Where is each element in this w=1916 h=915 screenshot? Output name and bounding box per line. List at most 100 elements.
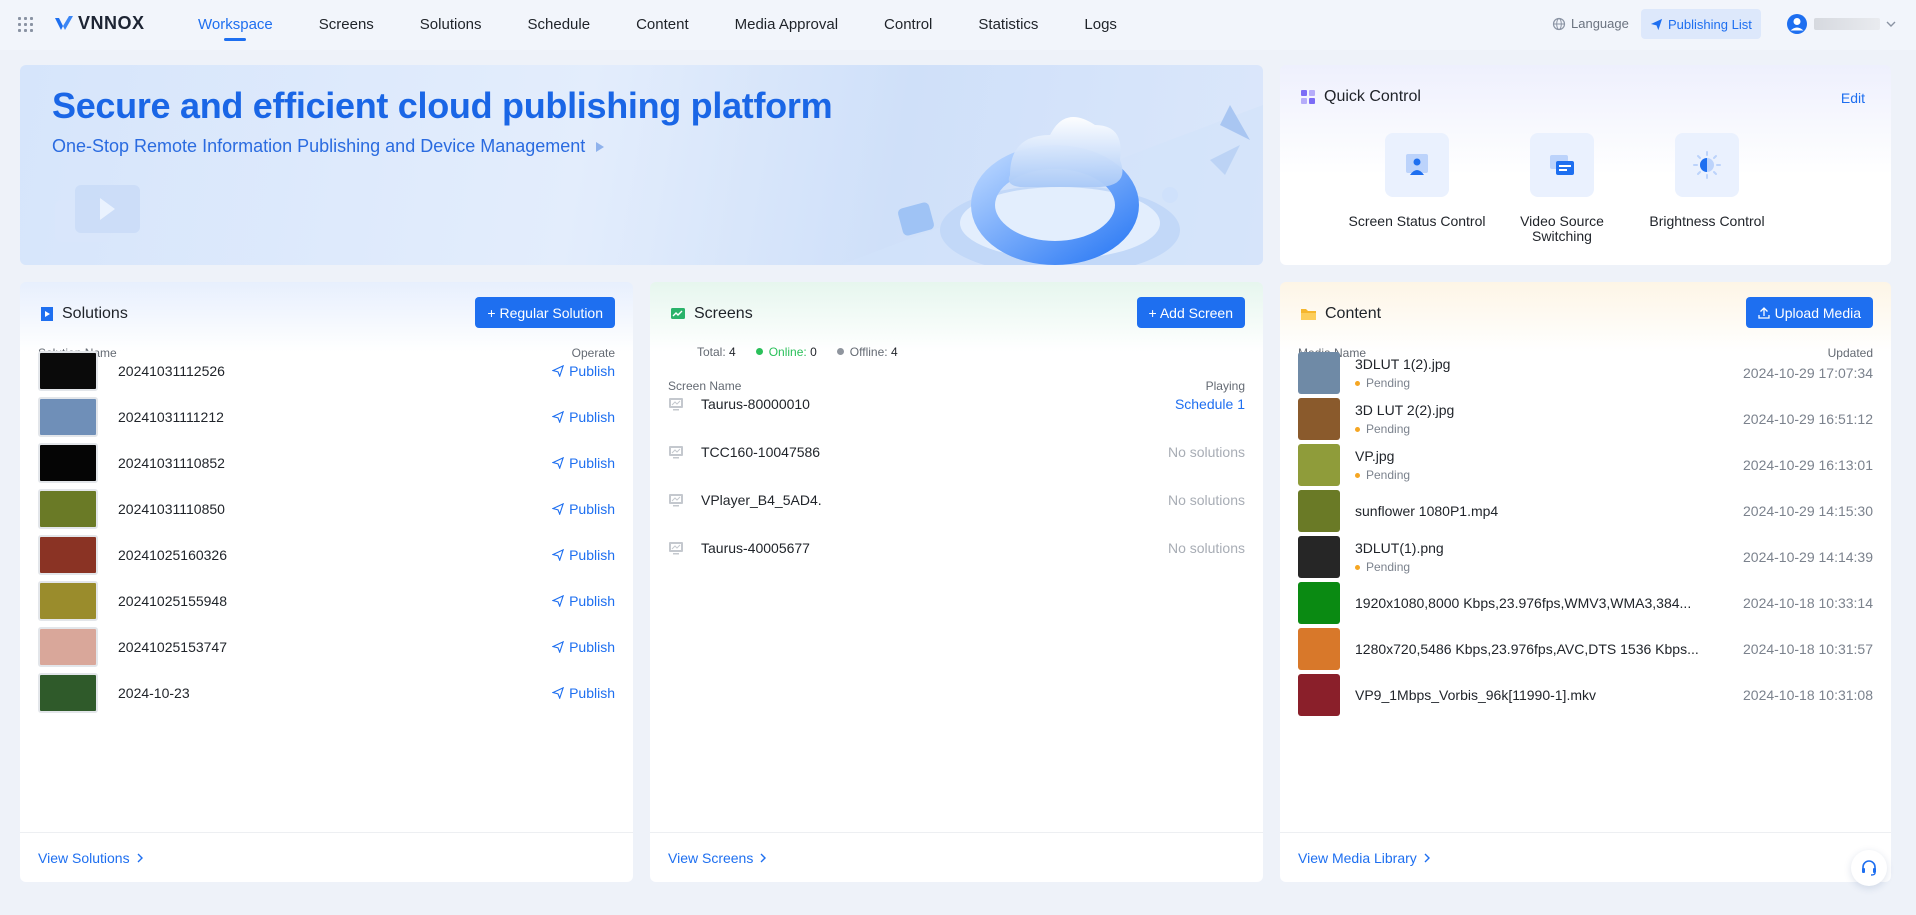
media-row[interactable]: 1920x1080,8000 Kbps,23.976fps,WMV3,WMA3,… — [1298, 579, 1873, 627]
view-screens-link[interactable]: View Screens — [650, 832, 1263, 882]
brightness-control[interactable]: Brightness Control — [1632, 133, 1782, 229]
publish-button[interactable]: Publish — [552, 685, 615, 701]
solution-row[interactable]: 20241031110850 Publish — [38, 485, 615, 533]
publish-label: Publish — [569, 363, 615, 379]
vnnox-logo-icon — [55, 15, 73, 30]
solution-name: 20241031111212 — [118, 409, 224, 425]
solution-name: 20241031112526 — [118, 363, 225, 379]
media-row[interactable]: 1280x720,5486 Kbps,23.976fps,AVC,DTS 153… — [1298, 625, 1873, 673]
media-name: sunflower 1080P1.mp4 — [1355, 503, 1499, 519]
view-screens-label: View Screens — [668, 849, 754, 866]
send-icon — [552, 365, 565, 377]
nav-control[interactable]: Control — [861, 0, 955, 50]
user-name-redacted — [1814, 18, 1880, 30]
screen-row[interactable]: Taurus-40005677 No solutions — [668, 524, 1245, 572]
qc-label: Screen Status Control — [1348, 213, 1486, 229]
screen-name: VPlayer_B4_5AD4. — [701, 492, 822, 508]
send-icon — [552, 549, 565, 561]
view-media-library-link[interactable]: View Media Library — [1280, 832, 1891, 882]
media-info: 3D LUT 2(2).jpg Pending — [1355, 402, 1743, 436]
media-row[interactable]: sunflower 1080P1.mp4 2024-10-29 14:15:30 — [1298, 487, 1873, 535]
publish-button[interactable]: Publish — [552, 501, 615, 517]
publish-button[interactable]: Publish — [552, 409, 615, 425]
customer-service-button[interactable] — [1851, 850, 1887, 886]
send-icon — [1650, 18, 1663, 30]
media-row[interactable]: 3D LUT 2(2).jpg Pending 2024-10-29 16:51:1… — [1298, 395, 1873, 443]
language-switch[interactable]: Language — [1552, 16, 1629, 31]
media-row[interactable]: VP.jpg Pending 2024-10-29 16:13:01 — [1298, 441, 1873, 489]
solutions-icon — [41, 307, 53, 321]
media-thumbnail — [1298, 582, 1340, 624]
nav-solutions[interactable]: Solutions — [397, 0, 505, 50]
media-info: 1280x720,5486 Kbps,23.976fps,AVC,DTS 153… — [1355, 641, 1743, 657]
media-updated-date: 2024-10-29 14:15:30 — [1743, 503, 1873, 519]
solution-row[interactable]: 20241031110852 Publish — [38, 439, 615, 487]
publish-button[interactable]: Publish — [552, 455, 615, 471]
solution-thumbnail — [38, 673, 98, 713]
nav-statistics[interactable]: Statistics — [955, 0, 1061, 50]
brand-name: VNNOX — [78, 13, 145, 33]
solution-row[interactable]: 20241031112526 Publish — [38, 347, 615, 395]
apps-grid-icon[interactable] — [18, 17, 34, 33]
chevron-right-icon — [760, 853, 767, 862]
media-status: Pending — [1355, 376, 1743, 390]
publish-button[interactable]: Publish — [552, 363, 615, 379]
solution-row[interactable]: 20241025153747 Publish — [38, 623, 615, 671]
send-icon — [552, 457, 565, 469]
view-solutions-label: View Solutions — [38, 849, 130, 866]
publish-button[interactable]: Publish — [552, 547, 615, 563]
nav-content[interactable]: Content — [613, 0, 712, 50]
banner-subtitle-link[interactable]: One-Stop Remote Information Publishing a… — [52, 136, 605, 157]
solution-row[interactable]: 20241031111212 Publish — [38, 393, 615, 441]
top-navigation-bar: VNNOX Workspace Screens Solutions Schedu… — [0, 0, 1916, 50]
publishing-list-button[interactable]: Publishing List — [1641, 9, 1761, 39]
edit-link[interactable]: Edit — [1841, 90, 1865, 106]
media-name: VP9_1Mbps_Vorbis_96k[11990-1].mkv — [1355, 687, 1596, 703]
solution-row[interactable]: 20241025155948 Publish — [38, 577, 615, 625]
view-solutions-link[interactable]: View Solutions — [20, 832, 633, 882]
headset-icon — [1862, 860, 1876, 876]
upload-media-button[interactable]: Upload Media — [1745, 297, 1873, 328]
nav-screens[interactable]: Screens — [296, 0, 397, 50]
solution-row[interactable]: 20241025160326 Publish — [38, 531, 615, 579]
media-row[interactable]: 3DLUT(1).png Pending 2024-10-29 14:14:39 — [1298, 533, 1873, 581]
playing-schedule-link[interactable]: Schedule 1 — [1175, 396, 1245, 412]
chevron-right-icon — [1424, 853, 1430, 862]
nav-workspace[interactable]: Workspace — [175, 0, 296, 50]
add-regular-solution-button[interactable]: + Regular Solution — [475, 297, 615, 328]
content-title: Content — [1325, 305, 1382, 322]
publish-label: Publish — [569, 501, 615, 517]
nav-schedule[interactable]: Schedule — [505, 0, 614, 50]
media-updated-date: 2024-10-29 14:14:39 — [1743, 549, 1873, 565]
quick-control-panel: Quick Control Edit Screen Status Control… — [1280, 65, 1891, 265]
nav-logs[interactable]: Logs — [1061, 0, 1140, 50]
publish-label: Publish — [569, 639, 615, 655]
media-name: 1920x1080,8000 Kbps,23.976fps,WMV3,WMA3,… — [1355, 595, 1692, 611]
globe-icon — [1552, 17, 1566, 30]
video-source-icon — [1530, 133, 1594, 197]
publish-button[interactable]: Publish — [552, 639, 615, 655]
solution-name: 20241025155948 — [118, 593, 228, 609]
media-info: 3DLUT(1).png Pending — [1355, 540, 1743, 574]
stat-offline: Offline: 4 — [836, 345, 898, 359]
view-media-library-label: View Media Library — [1298, 849, 1417, 866]
logo[interactable]: VNNOX — [54, 13, 145, 34]
screen-row[interactable]: TCC160-10047586 No solutions — [668, 428, 1245, 476]
media-row[interactable]: 3DLUT 1(2).jpg Pending 2024-10-29 17:07:34 — [1298, 349, 1873, 397]
media-name: 3DLUT 1(2).jpg — [1355, 356, 1451, 372]
user-menu[interactable] — [1786, 13, 1896, 35]
add-screen-button[interactable]: + Add Screen — [1136, 297, 1245, 328]
publish-label: Publish — [569, 455, 615, 471]
media-row[interactable]: VP9_1Mbps_Vorbis_96k[11990-1].mkv 2024-10… — [1298, 671, 1873, 719]
video-source-switching[interactable]: Video Source Switching — [1487, 133, 1637, 244]
screen-status-control[interactable]: Screen Status Control — [1342, 133, 1492, 229]
screen-row[interactable]: VPlayer_B4_5AD4. No solutions — [668, 476, 1245, 524]
solutions-panel: Solutions + Regular Solution Solution Na… — [20, 282, 633, 882]
media-updated-date: 2024-10-29 17:07:34 — [1743, 365, 1873, 381]
nav-media-approval[interactable]: Media Approval — [712, 0, 861, 50]
publish-button[interactable]: Publish — [552, 593, 615, 609]
send-icon — [552, 687, 565, 699]
screen-row[interactable]: Taurus-80000010 Schedule 1 — [668, 380, 1245, 428]
media-name: 3DLUT(1).png — [1355, 540, 1444, 556]
solution-row[interactable]: 2024-10-23 Publish — [38, 669, 615, 717]
